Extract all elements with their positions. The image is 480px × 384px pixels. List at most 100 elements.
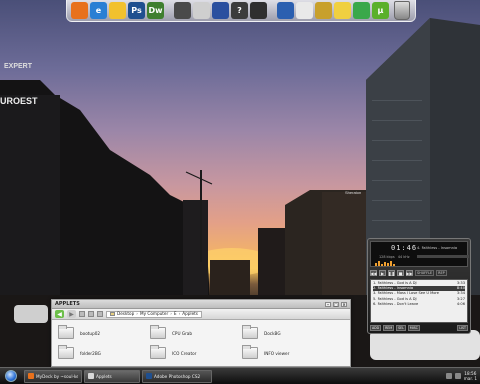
cd-drive-icon[interactable]: [193, 2, 210, 19]
add-button[interactable]: ADD: [370, 325, 382, 331]
taskbar-button[interactable]: Adobe Photoshop CS2: [142, 369, 212, 383]
tools-icon[interactable]: [97, 311, 103, 317]
folder-item[interactable]: INFO viewer: [242, 345, 332, 360]
volume-slider[interactable]: [417, 255, 469, 258]
breadcrumb-drive[interactable]: E: [174, 311, 177, 317]
folder-item[interactable]: folder2BG: [58, 345, 148, 360]
taskbar-button[interactable]: Applets: [84, 369, 140, 383]
monitor-icon[interactable]: [250, 2, 267, 19]
shuffle-toggle[interactable]: SHUFFLE: [415, 270, 435, 276]
visualizer: [375, 261, 395, 266]
task-app-icon: [28, 373, 34, 379]
close-button[interactable]: ×: [341, 301, 347, 307]
app-dock: e Ps Dw? µ: [66, 0, 416, 22]
start-button[interactable]: [0, 368, 22, 384]
explorer-window: APPLETS – □ × ◀ ▶ Desktop › My Computer …: [51, 299, 351, 367]
folder-grid: bootup02 CPU Grab DockBG folder2BG ICO Creat…: [52, 320, 350, 366]
folder-item[interactable]: CPU Grab: [150, 325, 240, 340]
breadcrumb-my-computer[interactable]: My Computer: [140, 311, 168, 317]
explorer-toolbar: ◀ ▶ Desktop › My Computer › E › Applets: [52, 309, 350, 320]
breadcrumb[interactable]: Desktop › My Computer › E › Applets: [106, 310, 202, 318]
player-display: 01:46 4. Faithless - Insomnia 128 kbps 4…: [370, 241, 469, 267]
minimize-button[interactable]: –: [325, 301, 331, 307]
windows-icon[interactable]: [212, 2, 229, 19]
playlist-item-duration: 4:06: [456, 301, 465, 306]
taskbar-button-label: Adobe Photoshop CS2: [154, 373, 201, 379]
folder-label: ICO Creator: [172, 350, 197, 356]
folder-icon: [242, 345, 258, 359]
sign-uroest: UROEST: [0, 96, 38, 106]
stop-button[interactable]: ■: [397, 270, 404, 276]
volume-icon[interactable]: [454, 373, 461, 379]
notepad-icon[interactable]: [296, 2, 313, 19]
folder-item[interactable]: bootup02: [58, 325, 148, 340]
dreamweaver-icon[interactable]: Dw: [147, 2, 164, 19]
pause-button[interactable]: ❚❚: [388, 270, 395, 276]
folder-label: CPU Grab: [172, 330, 193, 336]
help-icon[interactable]: ?: [231, 2, 248, 19]
view-icon[interactable]: [88, 311, 94, 317]
forward-button[interactable]: ▶: [67, 310, 76, 318]
next-button[interactable]: ▶▶: [406, 270, 413, 276]
playlist-item[interactable]: 6. Faithless - Don't Leave 4:06: [373, 302, 465, 307]
player-bitrate: 128 kbps 44 kHz: [379, 255, 410, 259]
photoshop-icon[interactable]: Ps: [128, 2, 145, 19]
player-time: 01:46: [391, 244, 418, 252]
back-button[interactable]: ◀: [55, 310, 64, 318]
sign-sheraton: Sheraton: [345, 190, 361, 195]
breadcrumb-desktop[interactable]: Desktop: [117, 311, 134, 317]
folder-item[interactable]: ICO Creator: [150, 345, 240, 360]
paint-icon[interactable]: [315, 2, 332, 19]
breadcrumb-applets[interactable]: Applets: [182, 311, 198, 317]
window-titlebar[interactable]: APPLETS – □ ×: [52, 300, 350, 309]
folder-icon: [58, 325, 74, 339]
task-app-icon: [88, 373, 94, 379]
taskbar-button[interactable]: MyDeck by ~soul-keme...: [24, 369, 82, 383]
network-icon[interactable]: [445, 373, 452, 379]
sign-expert: EXPERT: [4, 63, 33, 70]
misc-button[interactable]: MISC: [407, 325, 420, 331]
green-app-icon[interactable]: [353, 2, 370, 19]
system-tray: 18:56 mar. 1: [445, 369, 480, 384]
playlist: 1. Faithless - God is A DJ 3:33 2. Faithle…: [370, 279, 468, 323]
lightbulb-icon[interactable]: [334, 2, 351, 19]
folder-label: bootup02: [80, 330, 101, 336]
playlist-item-title: 6. Faithless - Don't Leave: [373, 301, 419, 306]
firefox-icon[interactable]: [71, 2, 88, 19]
breadcrumb-separator: ›: [170, 311, 172, 316]
previous-button[interactable]: ◀◀: [370, 270, 377, 276]
player-controls: ◀◀ ▶ ❚❚ ■ ▶▶ SHUFFLE REP: [370, 269, 468, 277]
folder-label: folder2BG: [80, 350, 101, 356]
taskbar-button-label: MyDeck by ~soul-keme...: [36, 373, 78, 379]
task-list: MyDeck by ~soul-keme... Applets Adobe Phot…: [22, 369, 212, 383]
list-button[interactable]: LIST: [457, 325, 468, 331]
breadcrumb-separator: ›: [136, 311, 138, 316]
windows-orb-icon: [5, 370, 17, 382]
folder-icon: [150, 325, 166, 339]
folder-icon: [150, 345, 166, 359]
remove-button[interactable]: REM: [383, 325, 395, 331]
task-app-icon: [146, 373, 152, 379]
folder-item[interactable]: DockBG: [242, 325, 332, 340]
internet-explorer-icon[interactable]: e: [90, 2, 107, 19]
folder-label: DockBG: [264, 330, 281, 336]
player-khz: 44 kHz: [397, 255, 410, 259]
select-button[interactable]: SEL: [396, 325, 406, 331]
up-folder-icon[interactable]: [79, 311, 85, 317]
clock-date: mar. 1: [463, 376, 477, 381]
word-icon[interactable]: [277, 2, 294, 19]
folder-icon: [58, 345, 74, 359]
messenger-icon[interactable]: [109, 2, 126, 19]
maximize-button[interactable]: □: [333, 301, 339, 307]
clock[interactable]: 18:56 mar. 1: [464, 371, 477, 381]
media-player: 01:46 4. Faithless - Insomnia 128 kbps 4…: [367, 238, 471, 334]
window-title: APPLETS: [55, 301, 80, 307]
folder-label: INFO viewer: [264, 350, 290, 356]
utorrent-icon[interactable]: µ: [372, 2, 389, 19]
trash-icon[interactable]: [394, 1, 410, 20]
player-track-title: 4. Faithless - Insomnia: [417, 246, 458, 250]
taskbar-button-label: Applets: [96, 373, 112, 379]
save-disk-icon[interactable]: [174, 2, 191, 19]
repeat-toggle[interactable]: REP: [436, 270, 447, 276]
play-button[interactable]: ▶: [379, 270, 386, 276]
